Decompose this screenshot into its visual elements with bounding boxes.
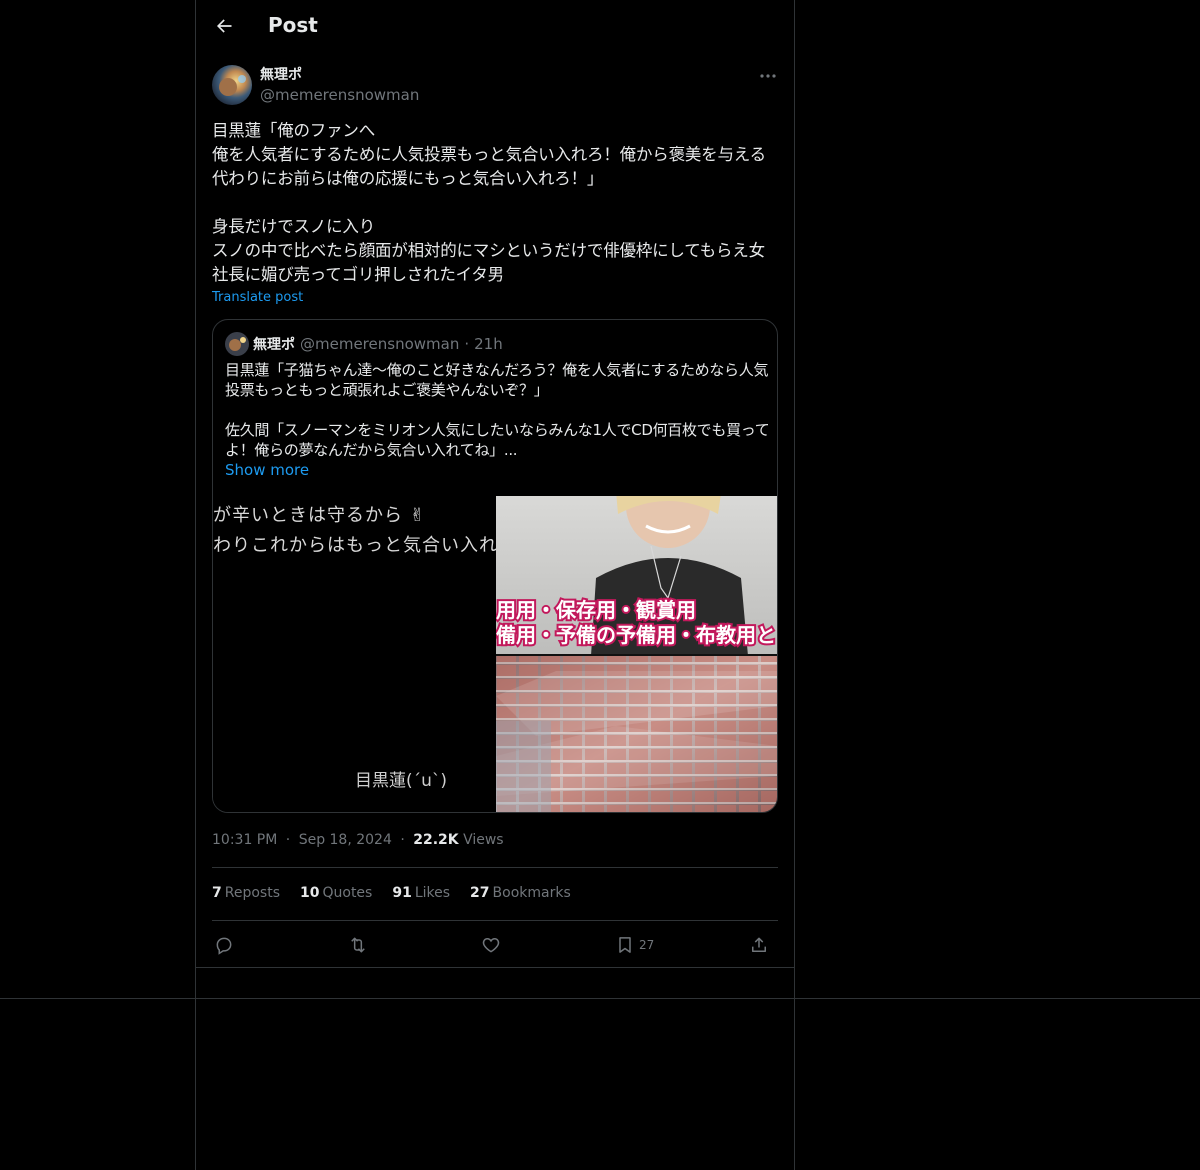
- bookmark-icon: [619, 937, 631, 953]
- media-image-right[interactable]: 用用・保存用・観賞用 備用・予備の予備用・布教用と: [496, 496, 777, 812]
- repost-icon: [351, 937, 365, 953]
- more-options-button[interactable]: [756, 66, 780, 86]
- bookmark-count: 27: [639, 938, 655, 952]
- media-photo: 用用・保存用・観賞用 備用・予備の予備用・布教用と: [496, 496, 777, 812]
- post-time[interactable]: 10:31 PM: [212, 832, 277, 848]
- separator-dot: ·: [400, 832, 405, 848]
- stat-quotes[interactable]: 10 Quotes: [300, 885, 372, 901]
- author-handle[interactable]: @memerensnowman: [260, 85, 419, 105]
- translate-post-link[interactable]: Translate post: [212, 290, 303, 305]
- divider: [212, 867, 778, 868]
- share-button[interactable]: [749, 933, 769, 957]
- quoted-avatar: [225, 332, 249, 356]
- quoted-text: 目黒蓮「子猫ちゃん達〜俺のこと好きなんだろう？俺を人気者にするためなら人気投票も…: [225, 361, 770, 459]
- divider: [212, 920, 778, 921]
- primary-column: Post 無理ポ @memerensnowman 目黒蓮「俺のファンへ 俺を人気…: [195, 0, 795, 1170]
- more-icon: [760, 74, 776, 78]
- media-caption: 目黒蓮(´u`): [355, 771, 448, 791]
- separator-dot: ·: [464, 335, 470, 353]
- like-icon: [482, 937, 500, 953]
- author-display-name[interactable]: 無理ポ: [260, 65, 419, 85]
- post-stats: 7 Reposts 10 Quotes 91 Likes 27 Bookmarks: [212, 885, 591, 901]
- media-caption-line: 備用・予備の予備用・布教用と: [496, 623, 776, 647]
- stat-likes[interactable]: 91 Likes: [392, 885, 450, 901]
- avatar[interactable]: [212, 65, 252, 105]
- views-count: 22.2K: [413, 832, 459, 848]
- back-button[interactable]: [210, 12, 238, 40]
- media-image-left[interactable]: が辛いときは守るから ✌ わりこれからはもっと気合い入れ 目黒蓮(´u`): [213, 496, 496, 812]
- like-button[interactable]: [481, 933, 501, 957]
- page-title: Post: [268, 13, 318, 37]
- quoted-display-name: 無理ポ: [253, 337, 295, 353]
- media-overlay-text: わりこれからはもっと気合い入れ: [213, 535, 496, 556]
- quoted-post[interactable]: 無理ポ @memerensnowman · 21h 目黒蓮「子猫ちゃん達〜俺のこ…: [212, 319, 778, 813]
- page-header: Post: [196, 0, 794, 53]
- show-more-link[interactable]: Show more: [225, 461, 309, 479]
- divider: [196, 967, 794, 968]
- views-label: Views: [463, 832, 504, 848]
- quoted-post-header: 無理ポ @memerensnowman · 21h: [225, 332, 503, 356]
- stat-bookmarks[interactable]: 27 Bookmarks: [470, 885, 571, 901]
- post-date[interactable]: Sep 18, 2024: [299, 832, 392, 848]
- quoted-handle: @memerensnowman: [300, 335, 460, 353]
- quoted-timestamp: 21h: [474, 335, 503, 353]
- post-text: 目黒蓮「俺のファンへ 俺を人気者にするために人気投票もっと気合い入れろ！俺から褒…: [212, 121, 766, 284]
- back-arrow-icon: [217, 19, 232, 33]
- post-author: 無理ポ @memerensnowman: [212, 65, 419, 105]
- repost-button[interactable]: [347, 933, 369, 957]
- divider: [0, 998, 1200, 999]
- reply-icon: [216, 937, 232, 955]
- bookmark-button[interactable]: 27: [615, 933, 654, 957]
- post-meta: 10:31 PM · Sep 18, 2024 · 22.2K Views: [212, 832, 504, 848]
- separator-dot: ·: [285, 832, 291, 848]
- action-bar: 27: [212, 933, 778, 957]
- media-caption-line: 用用・保存用・観賞用: [496, 598, 696, 622]
- share-icon: [752, 937, 766, 952]
- quoted-media[interactable]: が辛いときは守るから ✌ わりこれからはもっと気合い入れ 目黒蓮(´u`) 用用…: [213, 496, 777, 812]
- stat-reposts[interactable]: 7 Reposts: [212, 885, 280, 901]
- media-overlay-text: が辛いときは守るから ✌: [213, 505, 426, 526]
- reply-button[interactable]: [214, 933, 234, 957]
